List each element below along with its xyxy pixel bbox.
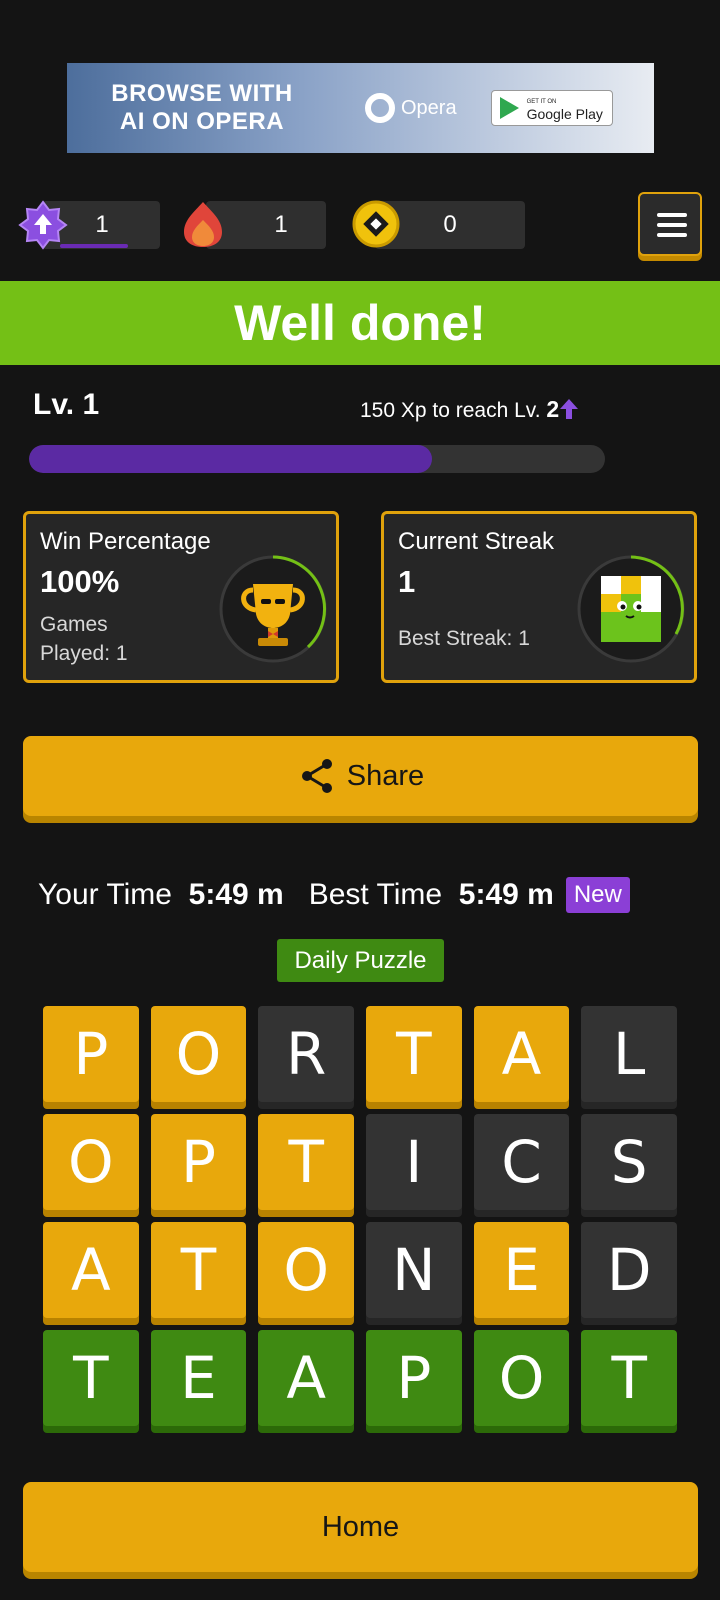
letter-tile: T — [366, 1006, 462, 1102]
opera-logo: Opera — [365, 93, 457, 123]
letter-tile: L — [581, 1006, 678, 1102]
current-streak-card: Current Streak 1 Best Streak: 1 — [381, 511, 697, 683]
streak-stat: 1 — [206, 201, 326, 249]
letter-tile: C — [473, 1114, 570, 1210]
guess-row: OPTICS — [43, 1114, 678, 1210]
letter-tile: A — [258, 1330, 355, 1426]
best-time-value: 5:49 m — [458, 878, 554, 911]
daily-puzzle-badge: Daily Puzzle — [277, 939, 444, 982]
letter-tile: D — [581, 1222, 678, 1318]
letter-tile: T — [150, 1222, 247, 1318]
guess-row: PORTAL — [43, 1006, 678, 1102]
current-streak-title: Current Streak — [398, 528, 555, 555]
letter-tile: T — [43, 1330, 139, 1426]
new-record-badge: New — [565, 877, 630, 913]
xp-to-next-level: 150 Xp to reach Lv. 2 — [360, 396, 579, 423]
letter-tile: O — [258, 1222, 355, 1318]
coin-icon — [352, 200, 400, 248]
ad-banner[interactable]: BROWSE WITH AI ON OPERA Opera GET IT ON … — [67, 63, 654, 153]
letter-tile: A — [43, 1222, 139, 1318]
share-icon — [301, 759, 332, 793]
google-play-badge[interactable]: GET IT ON Google Play — [490, 90, 613, 126]
result-banner: Well done! — [0, 281, 720, 365]
letter-tile: O — [43, 1114, 139, 1210]
best-streak: Best Streak: 1 — [398, 627, 530, 650]
letter-tile: A — [473, 1006, 570, 1102]
letter-tile: T — [581, 1330, 678, 1426]
guess-row: ATONED — [43, 1222, 678, 1318]
letter-tile: P — [43, 1006, 139, 1102]
letter-tile: P — [366, 1330, 462, 1426]
best-time-label: Best Time — [308, 878, 443, 911]
level-progress-bar — [29, 445, 605, 473]
letter-tile: O — [473, 1330, 570, 1426]
coins-value: 0 — [443, 211, 457, 238]
level-up-arrow-icon — [560, 399, 579, 419]
current-streak-value: 1 — [398, 564, 416, 599]
win-percentage-value: 100% — [40, 564, 120, 599]
win-percentage-card: Win Percentage 100% Games Played: 1 — [23, 511, 339, 683]
flame-icon — [184, 202, 222, 247]
letter-tile: N — [366, 1222, 462, 1318]
share-label: Share — [346, 759, 425, 792]
letter-tile: E — [150, 1330, 247, 1426]
hamburger-menu-icon — [657, 213, 687, 217]
level-label: Lv. 1 — [33, 388, 100, 421]
xp-level-value: 1 — [95, 211, 109, 238]
letter-tile: O — [150, 1006, 247, 1102]
xp-star-icon — [18, 200, 68, 250]
streak-value: 1 — [274, 211, 288, 238]
guess-row: TEAPOT — [43, 1330, 678, 1426]
xp-progress-underline — [60, 244, 128, 248]
letter-tile: I — [366, 1114, 462, 1210]
share-button[interactable]: Share — [23, 736, 698, 816]
your-time-label: Your Time — [38, 878, 172, 911]
streak-mascot-icon — [577, 555, 685, 663]
letter-tile: T — [258, 1114, 355, 1210]
menu-button[interactable] — [638, 192, 702, 256]
home-button[interactable]: Home — [23, 1482, 698, 1572]
games-played: Games Played: 1 — [40, 613, 128, 665]
trophy-icon — [219, 555, 327, 663]
guess-grid: PORTALOPTICSATONEDTEAPOT — [43, 1006, 678, 1438]
time-summary: Your Time 5:49 m Best Time 5:49 m New — [38, 877, 630, 913]
google-play-icon — [499, 97, 519, 119]
letter-tile: S — [581, 1114, 678, 1210]
letter-tile: E — [473, 1222, 570, 1318]
opera-icon — [365, 93, 395, 123]
ad-headline: BROWSE WITH AI ON OPERA — [111, 80, 293, 135]
win-percentage-title: Win Percentage — [40, 528, 211, 555]
level-progress-fill — [29, 445, 433, 473]
letter-tile: R — [258, 1006, 355, 1102]
letter-tile: P — [150, 1114, 247, 1210]
your-time-value: 5:49 m — [188, 878, 284, 911]
